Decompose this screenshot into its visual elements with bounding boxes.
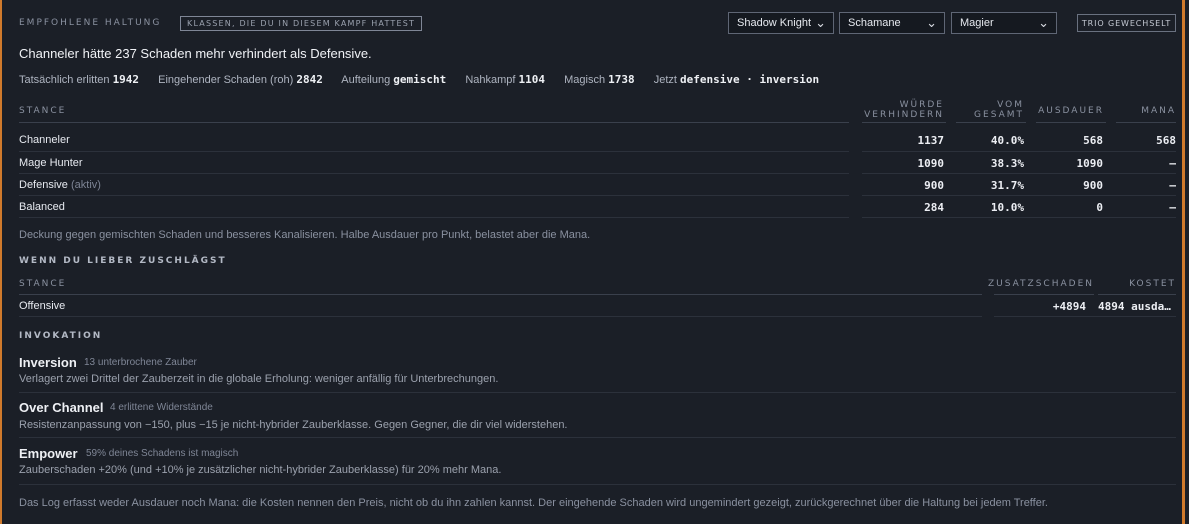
endurance-value: 568 (1083, 134, 1103, 147)
classes-chip: KLASSEN, DIE DU IN DIESEM KAMPF HATTEST (180, 16, 423, 31)
class-select-1-value: Shadow Knight (737, 17, 811, 29)
endurance-value: 0 (1096, 201, 1103, 214)
total-value: 31.7% (990, 179, 1024, 192)
class-select-1[interactable]: Shadow Knight ⌄ (728, 12, 834, 34)
chevron-down-icon: ⌄ (926, 15, 937, 30)
mana-value: – (1169, 201, 1176, 214)
extra-damage-header: ZUSATZSCHADEN (987, 279, 1094, 289)
panel-title: EMPFOHLENE HALTUNG (19, 18, 162, 28)
cost-value: 4894 ausda… (1098, 300, 1171, 313)
magic-value: 1738 (608, 73, 635, 86)
invocation-meta: 13 unterbrochene Zauber (84, 357, 197, 368)
invocation-name: Inversion (19, 355, 77, 370)
raw-label: Eingehender Schaden (roh) (158, 74, 294, 86)
invocation-description: Verlagert zwei Drittel der Zauberzeit in… (19, 373, 499, 385)
stance-name-text: Defensive (19, 179, 68, 191)
split-label: Aufteilung (341, 74, 391, 86)
invocation-name: Empower (19, 446, 78, 461)
cost-header: KOSTET (1129, 279, 1176, 289)
class-select-3-value: Magier (960, 17, 994, 29)
raw-value: 2842 (296, 73, 323, 86)
total-header-line2: GESAMT (974, 110, 1024, 120)
total-column-header: VOM GESAMT (962, 100, 1024, 120)
taken-label: Tatsächlich erlitten (19, 74, 110, 86)
mana-value: – (1169, 157, 1176, 170)
invocation-description: Zauberschaden +20% (und +10% je zusätzli… (19, 464, 502, 476)
mana-column-header: MANA (1141, 106, 1176, 116)
trio-changed-button[interactable]: TRIO GEWECHSELT (1077, 14, 1176, 32)
mana-value: – (1169, 179, 1176, 192)
endurance-value: 900 (1083, 179, 1103, 192)
taken-value: 1942 (112, 73, 140, 86)
stance-note: Deckung gegen gemischten Schaden und bes… (19, 229, 591, 241)
invocation-name: Over Channel (19, 400, 104, 415)
stance-column-header: STANCE (19, 106, 67, 116)
stance-recommendation-panel: EMPFOHLENE HALTUNG KLASSEN, DIE DU IN DI… (0, 0, 1185, 524)
class-select-2[interactable]: Schamane ⌄ (839, 12, 945, 34)
total-header-line1: VOM (997, 100, 1024, 110)
extra-damage-value: +4894 (1052, 300, 1086, 313)
total-value: 10.0% (990, 201, 1024, 214)
chevron-down-icon: ⌄ (1038, 15, 1049, 30)
damage-stats: Tatsächlich erlitten 1942 Eingehender Sc… (19, 73, 819, 86)
offense-section-title: WENN DU LIEBER ZUSCHLÄGST (19, 256, 227, 266)
prevent-column-header: WÜRDE VERHINDERN (860, 100, 944, 120)
stance-name: Balanced (19, 201, 65, 213)
stance-name: Mage Hunter (19, 157, 83, 169)
mana-value: 568 (1156, 134, 1176, 147)
endurance-value: 1090 (1076, 157, 1104, 170)
offense-stance-header: STANCE (19, 279, 67, 289)
active-tag: (aktiv) (70, 179, 101, 191)
now-label: Jetzt (653, 74, 677, 86)
prevent-value: 284 (924, 201, 944, 214)
footer-note: Das Log erfasst weder Ausdauer noch Mana… (19, 497, 1048, 509)
invocation-description: Resistenzanpassung von −150, plus −15 je… (19, 419, 568, 431)
invocation-section-title: INVOKATION (19, 331, 103, 341)
stance-name: Defensive (aktiv) (19, 179, 101, 191)
class-select-3[interactable]: Magier ⌄ (951, 12, 1057, 34)
melee-value: 1104 (518, 73, 546, 86)
offense-stance-name: Offensive (19, 300, 66, 312)
class-select-2-value: Schamane (848, 17, 901, 29)
headline: Channeler hätte 237 Schaden mehr verhind… (19, 46, 372, 61)
chevron-down-icon: ⌄ (815, 15, 826, 30)
prevent-value: 1090 (917, 157, 945, 170)
stance-name: Channeler (19, 134, 70, 146)
total-value: 40.0% (990, 134, 1024, 147)
total-value: 38.3% (990, 157, 1024, 170)
endurance-column-header: AUSDAUER (1038, 106, 1104, 116)
invocation-meta: 4 erlittene Widerstände (110, 402, 213, 413)
prevent-value: 900 (924, 179, 944, 192)
split-value: gemischt (393, 73, 447, 86)
melee-label: Nahkampf (465, 74, 516, 86)
prevent-header-line1: WÜRDE (899, 100, 944, 110)
magic-label: Magisch (564, 74, 606, 86)
invocation-meta: 59% deines Schadens ist magisch (86, 448, 239, 459)
prevent-header-line2: VERHINDERN (864, 110, 944, 120)
now-value: defensive · inversion (680, 73, 820, 86)
prevent-value: 1137 (917, 134, 945, 147)
